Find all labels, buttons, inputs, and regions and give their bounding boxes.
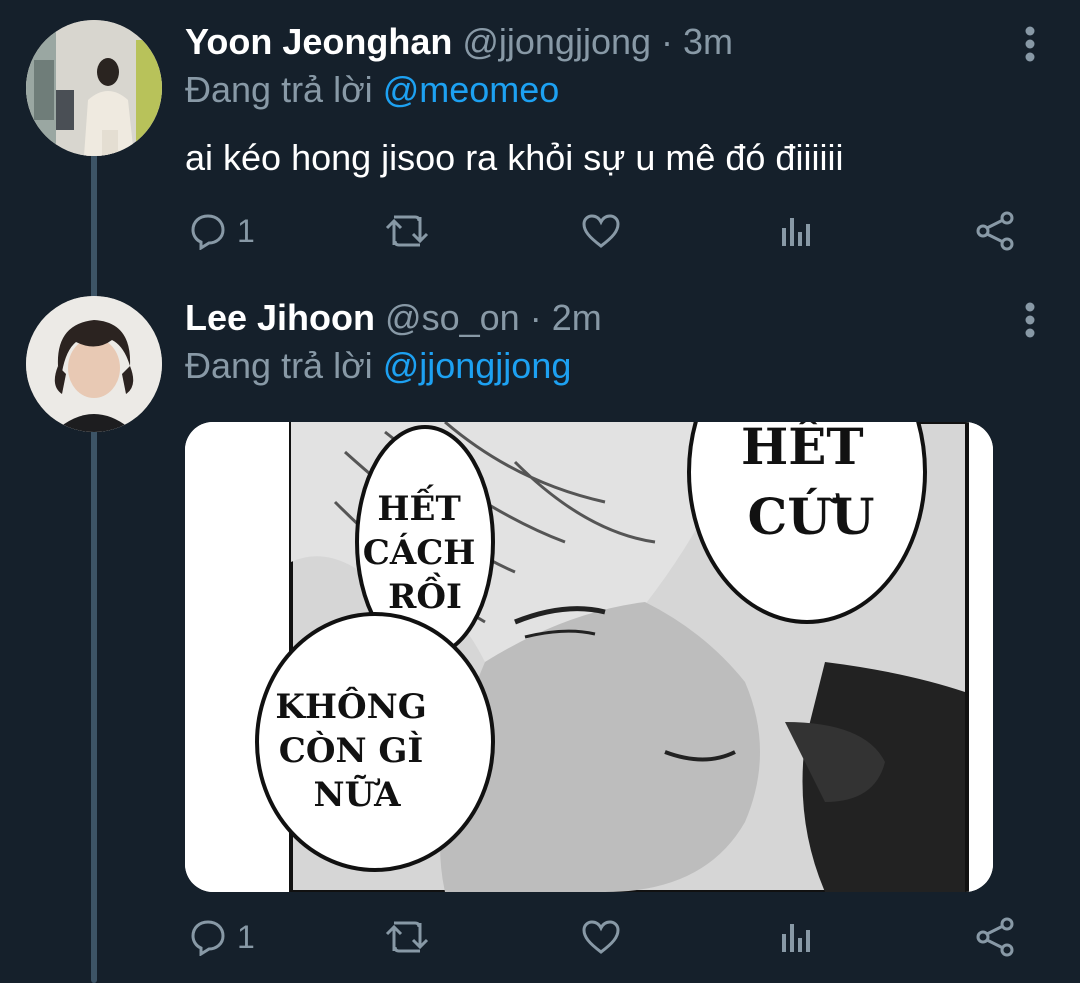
- more-vertical-icon: [1025, 302, 1035, 338]
- analytics-button[interactable]: [779, 914, 813, 960]
- reply-icon: [191, 920, 225, 956]
- manga-panel-image: HẾT CÁCH RỒI KHÔNG CÒN GÌ NỮA HẾT CỨU: [185, 422, 993, 892]
- more-options-button[interactable]: [1024, 26, 1036, 62]
- share-button[interactable]: [975, 914, 1015, 960]
- reply-prefix: Đang trả lời: [185, 345, 373, 386]
- more-vertical-icon: [1025, 26, 1035, 62]
- reply-count: 1: [237, 212, 255, 249]
- retweet-button[interactable]: [385, 914, 429, 960]
- reply-context: Đang trả lời @meomeo: [185, 68, 559, 112]
- avatar[interactable]: [26, 20, 162, 156]
- retweet-icon: [385, 215, 429, 247]
- retweet-button[interactable]: [385, 208, 429, 254]
- like-button[interactable]: [581, 208, 621, 254]
- tweet-actions: 1: [185, 208, 1025, 254]
- reply-count: 1: [237, 918, 255, 955]
- analytics-icon: [782, 218, 810, 246]
- timestamp[interactable]: · 2m: [530, 297, 602, 338]
- avatar-photo: [26, 296, 162, 432]
- tweet-1[interactable]: Yoon Jeonghan @jjongjjong · 3m Đang trả …: [0, 0, 1080, 270]
- username-handle[interactable]: @so_on: [385, 297, 520, 338]
- tweet-media-image[interactable]: HẾT CÁCH RỒI KHÔNG CÒN GÌ NỮA HẾT CỨU: [185, 422, 993, 892]
- bubble-1-line-2: CÁCH: [363, 532, 476, 573]
- analytics-button[interactable]: [779, 208, 813, 254]
- share-icon: [976, 211, 1014, 251]
- share-icon: [976, 917, 1014, 957]
- tweet-text: ai kéo hong jisoo ra khỏi sự u mê đó đii…: [185, 137, 844, 178]
- retweet-icon: [385, 921, 429, 953]
- reply-prefix: Đang trả lời: [185, 69, 373, 110]
- reply-icon: [191, 214, 225, 250]
- like-button[interactable]: [581, 914, 621, 960]
- like-icon: [582, 214, 620, 248]
- more-options-button[interactable]: [1024, 302, 1036, 338]
- reply-mention-link[interactable]: @meomeo: [383, 69, 560, 110]
- bubble-2-line-2: CÒN GÌ: [279, 730, 424, 771]
- timestamp[interactable]: · 3m: [661, 21, 733, 62]
- bubble-3-line-2: CỨU: [747, 487, 874, 546]
- bubble-2-line-3: NỮA: [313, 774, 401, 815]
- reply-mention-link[interactable]: @jjongjjong: [383, 345, 572, 386]
- display-name[interactable]: Lee Jihoon: [185, 297, 375, 338]
- tweet-actions: 1: [185, 914, 1025, 960]
- bubble-3-line-1: HẾT: [741, 422, 864, 476]
- display-name[interactable]: Yoon Jeonghan: [185, 21, 452, 62]
- tweet-header: Lee Jihoon @so_on · 2m: [185, 296, 602, 340]
- username-handle[interactable]: @jjongjjong: [462, 21, 651, 62]
- bubble-2-line-1: KHÔNG: [275, 686, 426, 727]
- reply-context: Đang trả lời @jjongjjong: [185, 344, 571, 388]
- tweet-2[interactable]: Lee Jihoon @so_on · 2m Đang trả lời @jjo…: [0, 270, 1080, 983]
- bubble-1-line-3: RỒI: [388, 572, 462, 617]
- share-button[interactable]: [975, 208, 1015, 254]
- tweet-header: Yoon Jeonghan @jjongjjong · 3m: [185, 20, 733, 64]
- bubble-1-line-1: HẾT: [377, 484, 460, 529]
- reply-button[interactable]: 1: [189, 208, 255, 254]
- avatar-photo: [26, 20, 162, 156]
- like-icon: [582, 920, 620, 954]
- analytics-icon: [782, 924, 810, 952]
- reply-button[interactable]: 1: [189, 914, 255, 960]
- avatar[interactable]: [26, 296, 162, 432]
